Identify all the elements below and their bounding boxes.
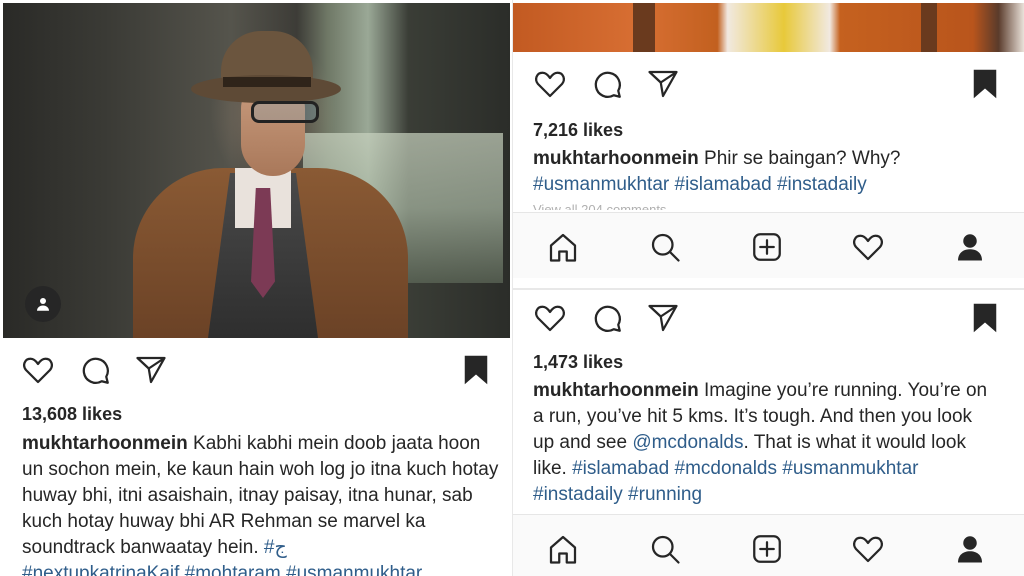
caption-text: Phir se baingan? Why? <box>704 148 901 169</box>
view-comments-link[interactable]: View all 204 comments <box>533 202 666 210</box>
caption-text: a run, you’ve hit 5 kms. It’s tough. And… <box>533 406 973 427</box>
comment-icon[interactable] <box>75 350 115 390</box>
bottom-nav <box>513 212 1024 278</box>
caption-text: Imagine you’re running. You’re on <box>704 380 988 401</box>
heart-icon[interactable] <box>530 298 570 338</box>
post-caption: mukhtarhoonmein Kabhi kabhi mein doob ja… <box>22 431 502 576</box>
bottom-nav <box>513 514 1024 576</box>
caption-text: up and see <box>533 432 628 453</box>
comment-icon[interactable] <box>587 298 627 338</box>
bookmark-icon[interactable] <box>965 64 1005 104</box>
add-post-icon[interactable] <box>747 529 787 569</box>
left-post: 13,608 likes mukhtarhoonmein Kabhi kabhi… <box>0 0 512 576</box>
profile-icon[interactable] <box>950 529 990 569</box>
post-actions <box>513 298 1024 342</box>
caption-hashtags[interactable]: #islamabad #mcdonalds #usmanmukhtar <box>572 458 918 479</box>
bookmark-icon[interactable] <box>456 350 496 390</box>
caption-hashtags[interactable]: #nextupkatrinaKaif #mohtaram #usmanmukht… <box>22 563 422 576</box>
comment-icon[interactable] <box>587 64 627 104</box>
caption-text: like. <box>533 458 567 479</box>
right-bottom-post: 1,473 likes mukhtarhoonmein Imagine you’… <box>513 290 1024 576</box>
post-photo[interactable] <box>3 3 510 338</box>
post-actions <box>513 64 1024 108</box>
likes-count[interactable]: 13,608 likes <box>22 404 122 425</box>
heart-icon[interactable] <box>530 64 570 104</box>
heart-icon[interactable] <box>18 350 58 390</box>
likes-count[interactable]: 1,473 likes <box>533 352 623 373</box>
caption-hashtag[interactable]: #ج <box>264 537 287 558</box>
photo-glasses <box>251 101 319 123</box>
photo-strap <box>921 3 937 52</box>
caption-mention[interactable]: @mcdonalds <box>632 432 743 453</box>
bookmark-icon[interactable] <box>965 298 1005 338</box>
caption-hashtags[interactable]: #instadaily #running <box>533 484 702 505</box>
caption-text: . That is what it would look <box>743 432 966 453</box>
post-caption: mukhtarhoonmein Imagine you’re running. … <box>533 378 1021 508</box>
likes-count[interactable]: 7,216 likes <box>533 120 623 141</box>
add-post-icon[interactable] <box>747 227 787 267</box>
post-actions <box>0 350 512 394</box>
send-icon[interactable] <box>643 64 683 104</box>
right-top-post: 7,216 likes mukhtarhoonmein Phir se bain… <box>513 0 1024 288</box>
photo-strap <box>633 3 655 52</box>
post-photo-cropped[interactable] <box>513 3 1024 52</box>
home-icon[interactable] <box>543 227 583 267</box>
home-icon[interactable] <box>543 529 583 569</box>
caption-username[interactable]: mukhtarhoonmein <box>22 433 188 454</box>
caption-username[interactable]: mukhtarhoonmein <box>533 380 699 401</box>
photo-hat-band <box>223 77 311 87</box>
person-tag-icon[interactable] <box>25 286 61 322</box>
send-icon[interactable] <box>643 298 683 338</box>
profile-icon[interactable] <box>950 227 990 267</box>
caption-hashtags[interactable]: #usmanmukhtar #islamabad #instadaily <box>533 174 867 195</box>
heart-icon[interactable] <box>848 529 888 569</box>
search-icon[interactable] <box>645 529 685 569</box>
search-icon[interactable] <box>645 227 685 267</box>
caption-username[interactable]: mukhtarhoonmein <box>533 148 699 169</box>
send-icon[interactable] <box>131 350 171 390</box>
post-caption: mukhtarhoonmein Phir se baingan? Why? #u… <box>533 146 1013 198</box>
heart-icon[interactable] <box>848 227 888 267</box>
